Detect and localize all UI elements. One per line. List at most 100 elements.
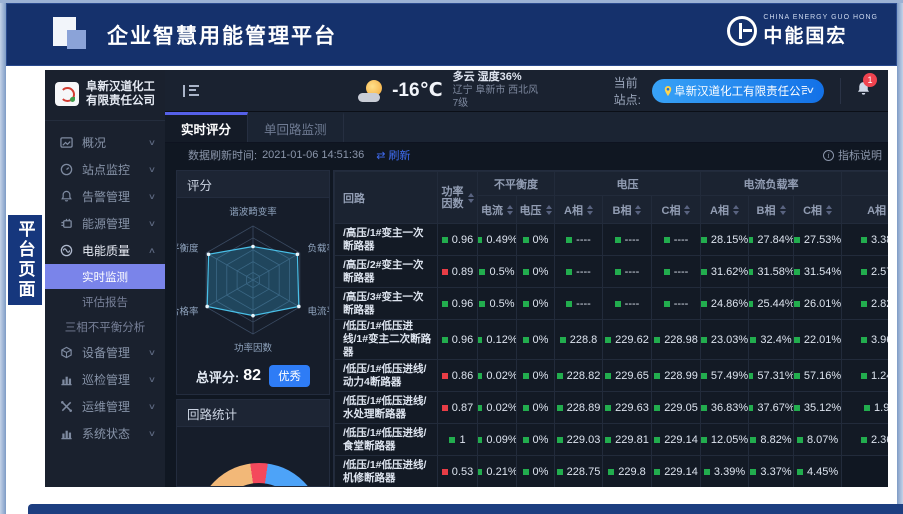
chevron-down-icon: ∨ bbox=[148, 138, 156, 147]
status-square-icon bbox=[701, 437, 707, 443]
sidebar-item-label: 设备管理 bbox=[82, 344, 149, 361]
value-cell: 0.89 bbox=[438, 256, 478, 288]
sidebar-item-inspection[interactable]: 巡检管理∨ bbox=[45, 366, 165, 393]
station-select-dropdown[interactable]: 阜新汉道化工有限责任公司 ∨ bbox=[652, 79, 824, 103]
table-row[interactable]: /低压/1#低压进线/食堂断路器10.09%0%229.03229.81229.… bbox=[335, 424, 889, 456]
app-window: 阜新汉道化工有限责任公司 概况∨站点监控∨告警管理∨能源管理∨电能质量∧实时监测… bbox=[45, 70, 888, 487]
frame-border-right bbox=[897, 0, 903, 514]
status-square-icon bbox=[442, 337, 448, 343]
refresh-button[interactable]: ⇄ 刷新 bbox=[376, 147, 410, 163]
score-panel: 评分 谐波畸变率负载率电流平衡功率因数合格率平衡度 总评分: 82 优秀 bbox=[176, 170, 330, 395]
sidebar-item-ops[interactable]: 运维管理∨ bbox=[45, 393, 165, 420]
platform-page-vertical-label: 平台页面 bbox=[8, 215, 42, 305]
value-cell: 28.15% bbox=[701, 224, 749, 256]
refresh-time-value: 2021-01-06 14:51:36 bbox=[262, 149, 364, 161]
value-cell: 1.9% bbox=[842, 392, 888, 424]
column-subheader[interactable]: A相 bbox=[842, 196, 888, 224]
status-square-icon bbox=[478, 469, 483, 475]
table-row[interactable]: /低压/1#低压进线/机修断路器0.530.21%0%228.75229.822… bbox=[335, 456, 889, 488]
value-cell: ---- bbox=[652, 288, 701, 320]
value-cell: 0.12% bbox=[478, 320, 517, 360]
sidebar-subitem[interactable]: 实时监测 bbox=[45, 264, 165, 289]
tab-realtime-score[interactable]: 实时评分 bbox=[165, 112, 248, 142]
column-subheader[interactable]: 电流 bbox=[478, 196, 517, 224]
column-subheader[interactable]: A相 bbox=[701, 196, 749, 224]
status-square-icon bbox=[615, 237, 621, 243]
status-square-icon bbox=[861, 437, 867, 443]
table-row[interactable]: /高压/1#变主一次断路器0.960.49%0%------------28.1… bbox=[335, 224, 889, 256]
chart-icon bbox=[59, 373, 73, 387]
column-subheader[interactable]: C相 bbox=[652, 196, 701, 224]
sidebar-subitem[interactable]: 三相不平衡分析 bbox=[45, 314, 165, 339]
value-cell: 3.96% bbox=[842, 320, 888, 360]
tab-single-circuit-monitor[interactable]: 单回路监测 bbox=[248, 112, 344, 142]
sidebar-item-device[interactable]: 设备管理∨ bbox=[45, 339, 165, 366]
status-square-icon bbox=[861, 237, 867, 243]
column-subheader[interactable]: B相 bbox=[603, 196, 652, 224]
tools-icon bbox=[59, 400, 73, 414]
value-cell: ---- bbox=[555, 288, 603, 320]
content-area: 评分 谐波畸变率负载率电流平衡功率因数合格率平衡度 总评分: 82 优秀 回路统… bbox=[165, 167, 888, 487]
value-cell: 0.87 bbox=[438, 392, 478, 424]
sort-icon[interactable] bbox=[546, 205, 552, 215]
value-cell: 229.63 bbox=[603, 392, 652, 424]
sidebar-item-label: 能源管理 bbox=[82, 215, 149, 232]
sidebar-item-power-quality[interactable]: 电能质量∧ bbox=[45, 237, 165, 264]
svg-text:负载率: 负载率 bbox=[308, 243, 329, 255]
sort-icon[interactable] bbox=[507, 205, 513, 215]
value-cell: 0.5% bbox=[478, 288, 517, 320]
sidebar-item-energy[interactable]: 能源管理∨ bbox=[45, 210, 165, 237]
circuit-name: /高压/1#变主一次断路器 bbox=[335, 224, 438, 256]
table-row[interactable]: /高压/2#变主一次断路器0.890.5%0%------------31.62… bbox=[335, 256, 889, 288]
sidebar-item-system[interactable]: 系统状态∨ bbox=[45, 420, 165, 447]
table-row[interactable]: /高压/3#变主一次断路器0.960.5%0%------------24.86… bbox=[335, 288, 889, 320]
status-square-icon bbox=[749, 269, 754, 275]
value-cell: 0.49% bbox=[478, 224, 517, 256]
sidebar-item-station-monitor[interactable]: 站点监控∨ bbox=[45, 156, 165, 183]
column-subheader[interactable]: A相 bbox=[555, 196, 603, 224]
score-panel-title: 评分 bbox=[177, 171, 329, 198]
notification-bell[interactable]: 1 bbox=[855, 80, 872, 102]
brand-name: 中能国宏 bbox=[763, 21, 847, 48]
column-subheader[interactable]: B相 bbox=[749, 196, 794, 224]
sort-icon[interactable] bbox=[635, 205, 641, 215]
status-square-icon bbox=[701, 237, 707, 243]
sort-icon[interactable] bbox=[826, 205, 832, 215]
status-square-icon bbox=[749, 373, 754, 379]
status-square-icon bbox=[605, 405, 611, 411]
collapse-menu-icon[interactable] bbox=[183, 85, 198, 97]
table-row[interactable]: /低压/1#低压进线/动力4断路器0.860.02%0%228.82229.65… bbox=[335, 360, 889, 392]
value-cell: 26.01% bbox=[794, 288, 842, 320]
sort-icon[interactable] bbox=[587, 205, 593, 215]
sort-icon[interactable] bbox=[468, 193, 474, 203]
status-square-icon bbox=[478, 337, 483, 343]
sidebar-item-overview[interactable]: 概况∨ bbox=[45, 129, 165, 156]
value-cell: 0.21% bbox=[478, 456, 517, 488]
status-square-icon bbox=[701, 337, 707, 343]
status-square-icon bbox=[654, 437, 660, 443]
status-square-icon bbox=[557, 469, 563, 475]
bottom-frame-bar bbox=[28, 504, 903, 514]
value-cell: 3.38% bbox=[842, 224, 888, 256]
frame-border-left bbox=[0, 0, 6, 514]
power-quality-icon bbox=[59, 244, 73, 258]
indicator-help-link[interactable]: i指标说明 bbox=[823, 147, 882, 163]
sidebar-subitem[interactable]: 评估报告 bbox=[45, 289, 165, 314]
sort-icon[interactable] bbox=[684, 205, 690, 215]
table-row[interactable]: /低压/1#低压进线/水处理断路器0.870.02%0%228.89229.63… bbox=[335, 392, 889, 424]
sidebar-item-alarm[interactable]: 告警管理∨ bbox=[45, 183, 165, 210]
notification-count-badge: 1 bbox=[863, 73, 877, 87]
value-cell: 0% bbox=[517, 320, 555, 360]
column-subheader[interactable]: C相 bbox=[794, 196, 842, 224]
tabs-bar: 实时评分单回路监测 bbox=[165, 112, 888, 143]
value-cell: 0.09% bbox=[478, 424, 517, 456]
status-square-icon bbox=[478, 437, 483, 443]
value-cell: 229.14 bbox=[652, 456, 701, 488]
column-header[interactable]: 功率因数 bbox=[438, 172, 478, 224]
column-subheader[interactable]: 电压 bbox=[517, 196, 555, 224]
cube-icon bbox=[59, 346, 73, 360]
sort-icon[interactable] bbox=[780, 205, 786, 215]
value-cell: 229.8 bbox=[603, 456, 652, 488]
sort-icon[interactable] bbox=[733, 205, 739, 215]
table-row[interactable]: /低压/1#低压进线/1#变主二次断路器0.960.12%0%228.8229.… bbox=[335, 320, 889, 360]
